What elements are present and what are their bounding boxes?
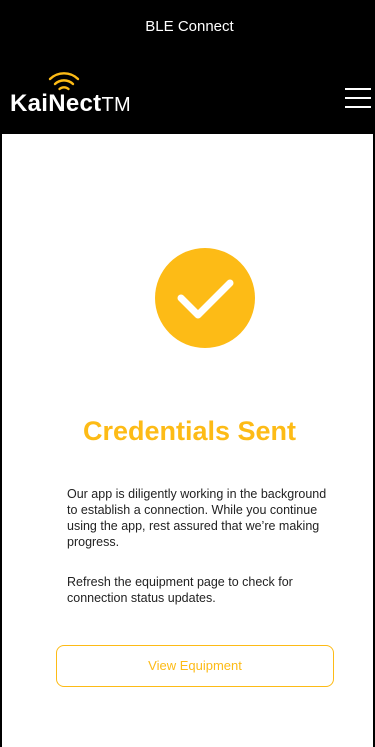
- page-title: Credentials Sent: [82, 416, 297, 446]
- checkmark-icon: [177, 279, 234, 319]
- view-equipment-button[interactable]: View Equipment: [56, 645, 334, 687]
- hamburger-menu-button[interactable]: [343, 86, 373, 110]
- app-frame: BLE Connect KaiNectTM Credentials Sent O: [0, 0, 375, 747]
- status-message: Our app is diligently working in the bac…: [67, 487, 327, 549]
- trademark-symbol: TM: [101, 94, 131, 116]
- kainect-logo: KaiNectTM: [10, 66, 210, 122]
- refresh-instruction: Refresh the equipment page to check for …: [67, 575, 293, 605]
- success-badge: [155, 248, 255, 348]
- logo-name: KaiNect: [10, 90, 102, 117]
- logo-text: KaiNectTM: [10, 90, 131, 118]
- app-header: BLE Connect KaiNectTM: [2, 0, 375, 134]
- window-title: BLE Connect: [145, 18, 234, 35]
